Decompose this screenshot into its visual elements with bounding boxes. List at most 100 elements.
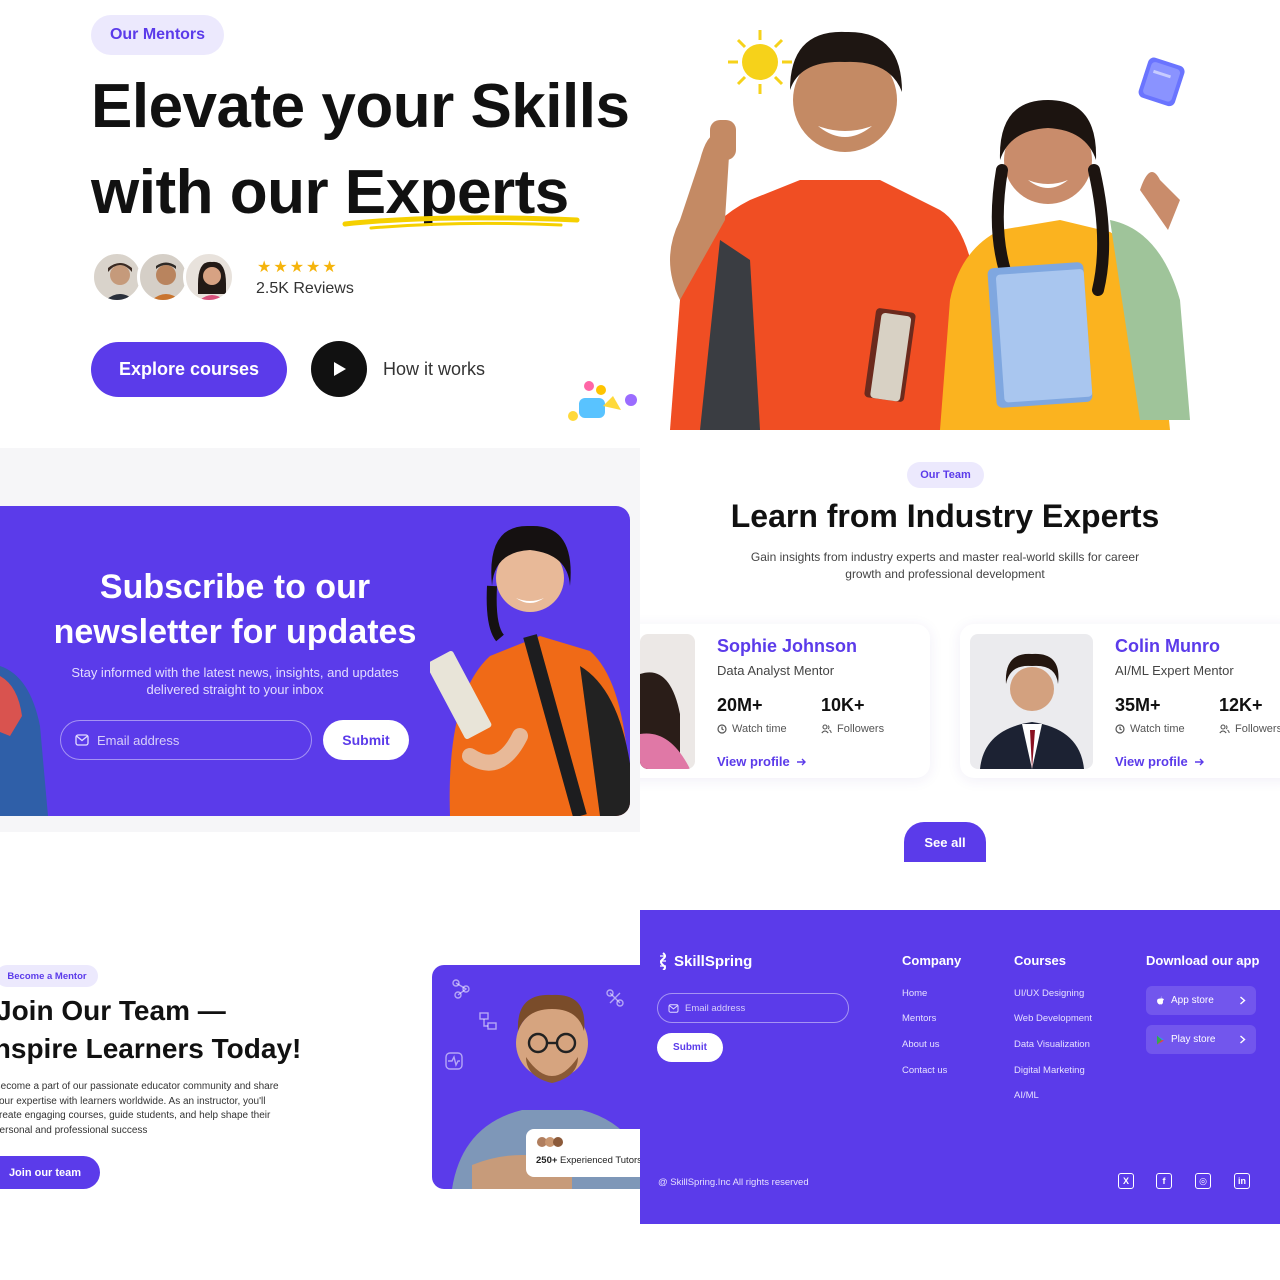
reviewer-avatars bbox=[91, 251, 241, 309]
person-image bbox=[0, 666, 48, 816]
become-mentor-badge: Become a Mentor bbox=[0, 965, 98, 987]
hero-heading: Elevate your Skills with our Experts bbox=[91, 64, 651, 236]
team-subtitle-line1: Gain insights from industry experts and … bbox=[750, 550, 1140, 564]
join-body: Become a part of our passionate educator… bbox=[0, 1080, 324, 1138]
footer-brand[interactable]: SkillSpring bbox=[658, 952, 752, 970]
join-title-line2: Inspire Learners Today! bbox=[0, 1033, 302, 1064]
reviews-count: 2.5K Reviews bbox=[256, 280, 354, 297]
tutors-badge: 250+ Experienced Tutors bbox=[526, 1129, 640, 1177]
footer-link-contact[interactable]: Contact us bbox=[902, 1065, 947, 1076]
mentor-card[interactable]: Sophie Johnson Data Analyst Mentor 20M+ … bbox=[640, 624, 930, 778]
newsletter-email-field[interactable]: Email address bbox=[60, 720, 312, 760]
mentor-card[interactable]: Colin Munro AI/ML Expert Mentor 35M+ Wat… bbox=[960, 624, 1280, 778]
chevron-right-icon bbox=[1240, 1035, 1246, 1044]
facebook-icon[interactable]: f bbox=[1156, 1173, 1172, 1189]
users-icon bbox=[821, 724, 832, 734]
play-icon bbox=[334, 362, 346, 376]
see-all-button[interactable]: See all bbox=[904, 822, 986, 862]
footer-link-webdev[interactable]: Web Development bbox=[1014, 1013, 1092, 1024]
footer-link-dataviz[interactable]: Data Visualization bbox=[1014, 1039, 1090, 1050]
join-body-line: Become a part of our passionate educator… bbox=[0, 1081, 279, 1092]
followers-text: Followers bbox=[837, 723, 885, 735]
hero-title-prefix: with our bbox=[91, 158, 345, 227]
mentor-image-card: 250+ Experienced Tutors bbox=[432, 965, 640, 1189]
mentor-photo bbox=[640, 634, 695, 769]
mentor-photo bbox=[970, 634, 1093, 769]
pulse-icon bbox=[445, 1052, 463, 1070]
google-play-icon bbox=[1157, 1035, 1164, 1044]
student-woman-image bbox=[430, 525, 630, 816]
tutor-avatars-icon bbox=[537, 1137, 563, 1147]
tree-icon bbox=[479, 1012, 497, 1030]
hero-image bbox=[640, 0, 1280, 430]
newsletter-title-line1: Subscribe to our bbox=[99, 568, 371, 606]
join-team-button[interactable]: Join our team bbox=[0, 1156, 100, 1189]
apple-icon bbox=[1157, 995, 1164, 1004]
app-store-button[interactable]: App store bbox=[1146, 986, 1256, 1015]
footer-link-mentors[interactable]: Mentors bbox=[902, 1013, 936, 1024]
join-body-line: your expertise with learners worldwide. … bbox=[0, 1095, 266, 1107]
join-body-line: personal and professional success bbox=[0, 1124, 148, 1136]
play-store-label: Play store bbox=[1171, 1034, 1216, 1045]
notebook-icon bbox=[1138, 57, 1185, 107]
decorative-shapes-icon bbox=[568, 381, 637, 421]
hero-section: Our Mentors Elevate your Skills with our… bbox=[0, 0, 640, 430]
newsletter-title-line2: newsletter for updates bbox=[53, 613, 417, 651]
footer-link-uiux[interactable]: UI/UX Designing bbox=[1014, 988, 1084, 999]
mail-icon bbox=[75, 734, 89, 746]
watch-time-text: Watch time bbox=[1130, 723, 1185, 735]
brand-name: SkillSpring bbox=[674, 952, 753, 970]
arrow-right-icon bbox=[796, 758, 806, 765]
hero-badge: Our Mentors bbox=[91, 15, 224, 55]
linkedin-icon[interactable]: in bbox=[1234, 1173, 1250, 1189]
footer-email-field[interactable]: Email address bbox=[657, 993, 849, 1023]
team-title: Learn from Industry Experts bbox=[730, 498, 1160, 534]
watch-time-text: Watch time bbox=[732, 723, 787, 735]
hero-title-highlight-wrap: Experts bbox=[342, 150, 580, 236]
students-illustration bbox=[670, 30, 1190, 430]
mentor-name: Sophie Johnson bbox=[717, 636, 858, 656]
avatar bbox=[137, 251, 189, 303]
watch-time-label: Watch time bbox=[1115, 723, 1185, 735]
followers-label: Followers bbox=[821, 723, 884, 735]
sun-icon bbox=[728, 30, 792, 94]
tutors-count: 250+ bbox=[536, 1155, 558, 1166]
footer-link-marketing[interactable]: Digital Marketing bbox=[1014, 1065, 1085, 1076]
footer-submit-button[interactable]: Submit bbox=[657, 1033, 723, 1062]
chevron-right-icon bbox=[1240, 996, 1246, 1005]
newsletter-card: Subscribe to our newsletter for updates … bbox=[0, 506, 630, 816]
team-badge: Our Team bbox=[907, 462, 984, 488]
followers-value: 10K+ bbox=[821, 695, 865, 715]
newsletter-submit-button[interactable]: Submit bbox=[323, 720, 409, 760]
footer: SkillSpring Email address Submit Company… bbox=[640, 910, 1280, 1224]
watch-time-value: 35M+ bbox=[1115, 695, 1161, 715]
followers-text: Followers bbox=[1235, 723, 1280, 735]
copyright-text: @ SkillSpring.Inc All rights reserved bbox=[658, 1177, 809, 1188]
x-twitter-icon[interactable]: X bbox=[1118, 1173, 1134, 1189]
explore-courses-button[interactable]: Explore courses bbox=[91, 342, 287, 397]
avatar bbox=[183, 251, 235, 303]
watch-time-value: 20M+ bbox=[717, 695, 763, 715]
newsletter-subtitle-line2: delivered straight to your inbox bbox=[146, 682, 324, 697]
instagram-icon[interactable]: ◎ bbox=[1195, 1173, 1211, 1189]
app-store-label: App store bbox=[1171, 995, 1214, 1006]
play-store-button[interactable]: Play store bbox=[1146, 1025, 1256, 1054]
footer-link-aiml[interactable]: AI/ML bbox=[1014, 1090, 1039, 1101]
mentor-role: Data Analyst Mentor bbox=[717, 663, 835, 678]
watch-time-label: Watch time bbox=[717, 723, 787, 735]
rating-stars: ★★★★★ bbox=[257, 259, 339, 276]
view-profile-link[interactable]: View profile bbox=[1115, 754, 1204, 769]
how-it-works-link[interactable]: How it works bbox=[383, 359, 485, 380]
play-button[interactable] bbox=[311, 341, 367, 397]
users-icon bbox=[1219, 724, 1230, 734]
mail-icon bbox=[668, 1003, 679, 1013]
view-profile-link[interactable]: View profile bbox=[717, 754, 806, 769]
footer-link-about[interactable]: About us bbox=[902, 1039, 940, 1050]
avatar bbox=[91, 251, 143, 303]
hero-title-line1: Elevate your Skills bbox=[91, 72, 630, 141]
join-body-line: create engaging courses, guide students,… bbox=[0, 1110, 271, 1121]
join-title-line1: Join Our Team — bbox=[0, 995, 226, 1026]
footer-link-home[interactable]: Home bbox=[902, 988, 927, 999]
view-profile-text: View profile bbox=[717, 754, 790, 769]
mentor-name: Colin Munro bbox=[1115, 636, 1220, 656]
